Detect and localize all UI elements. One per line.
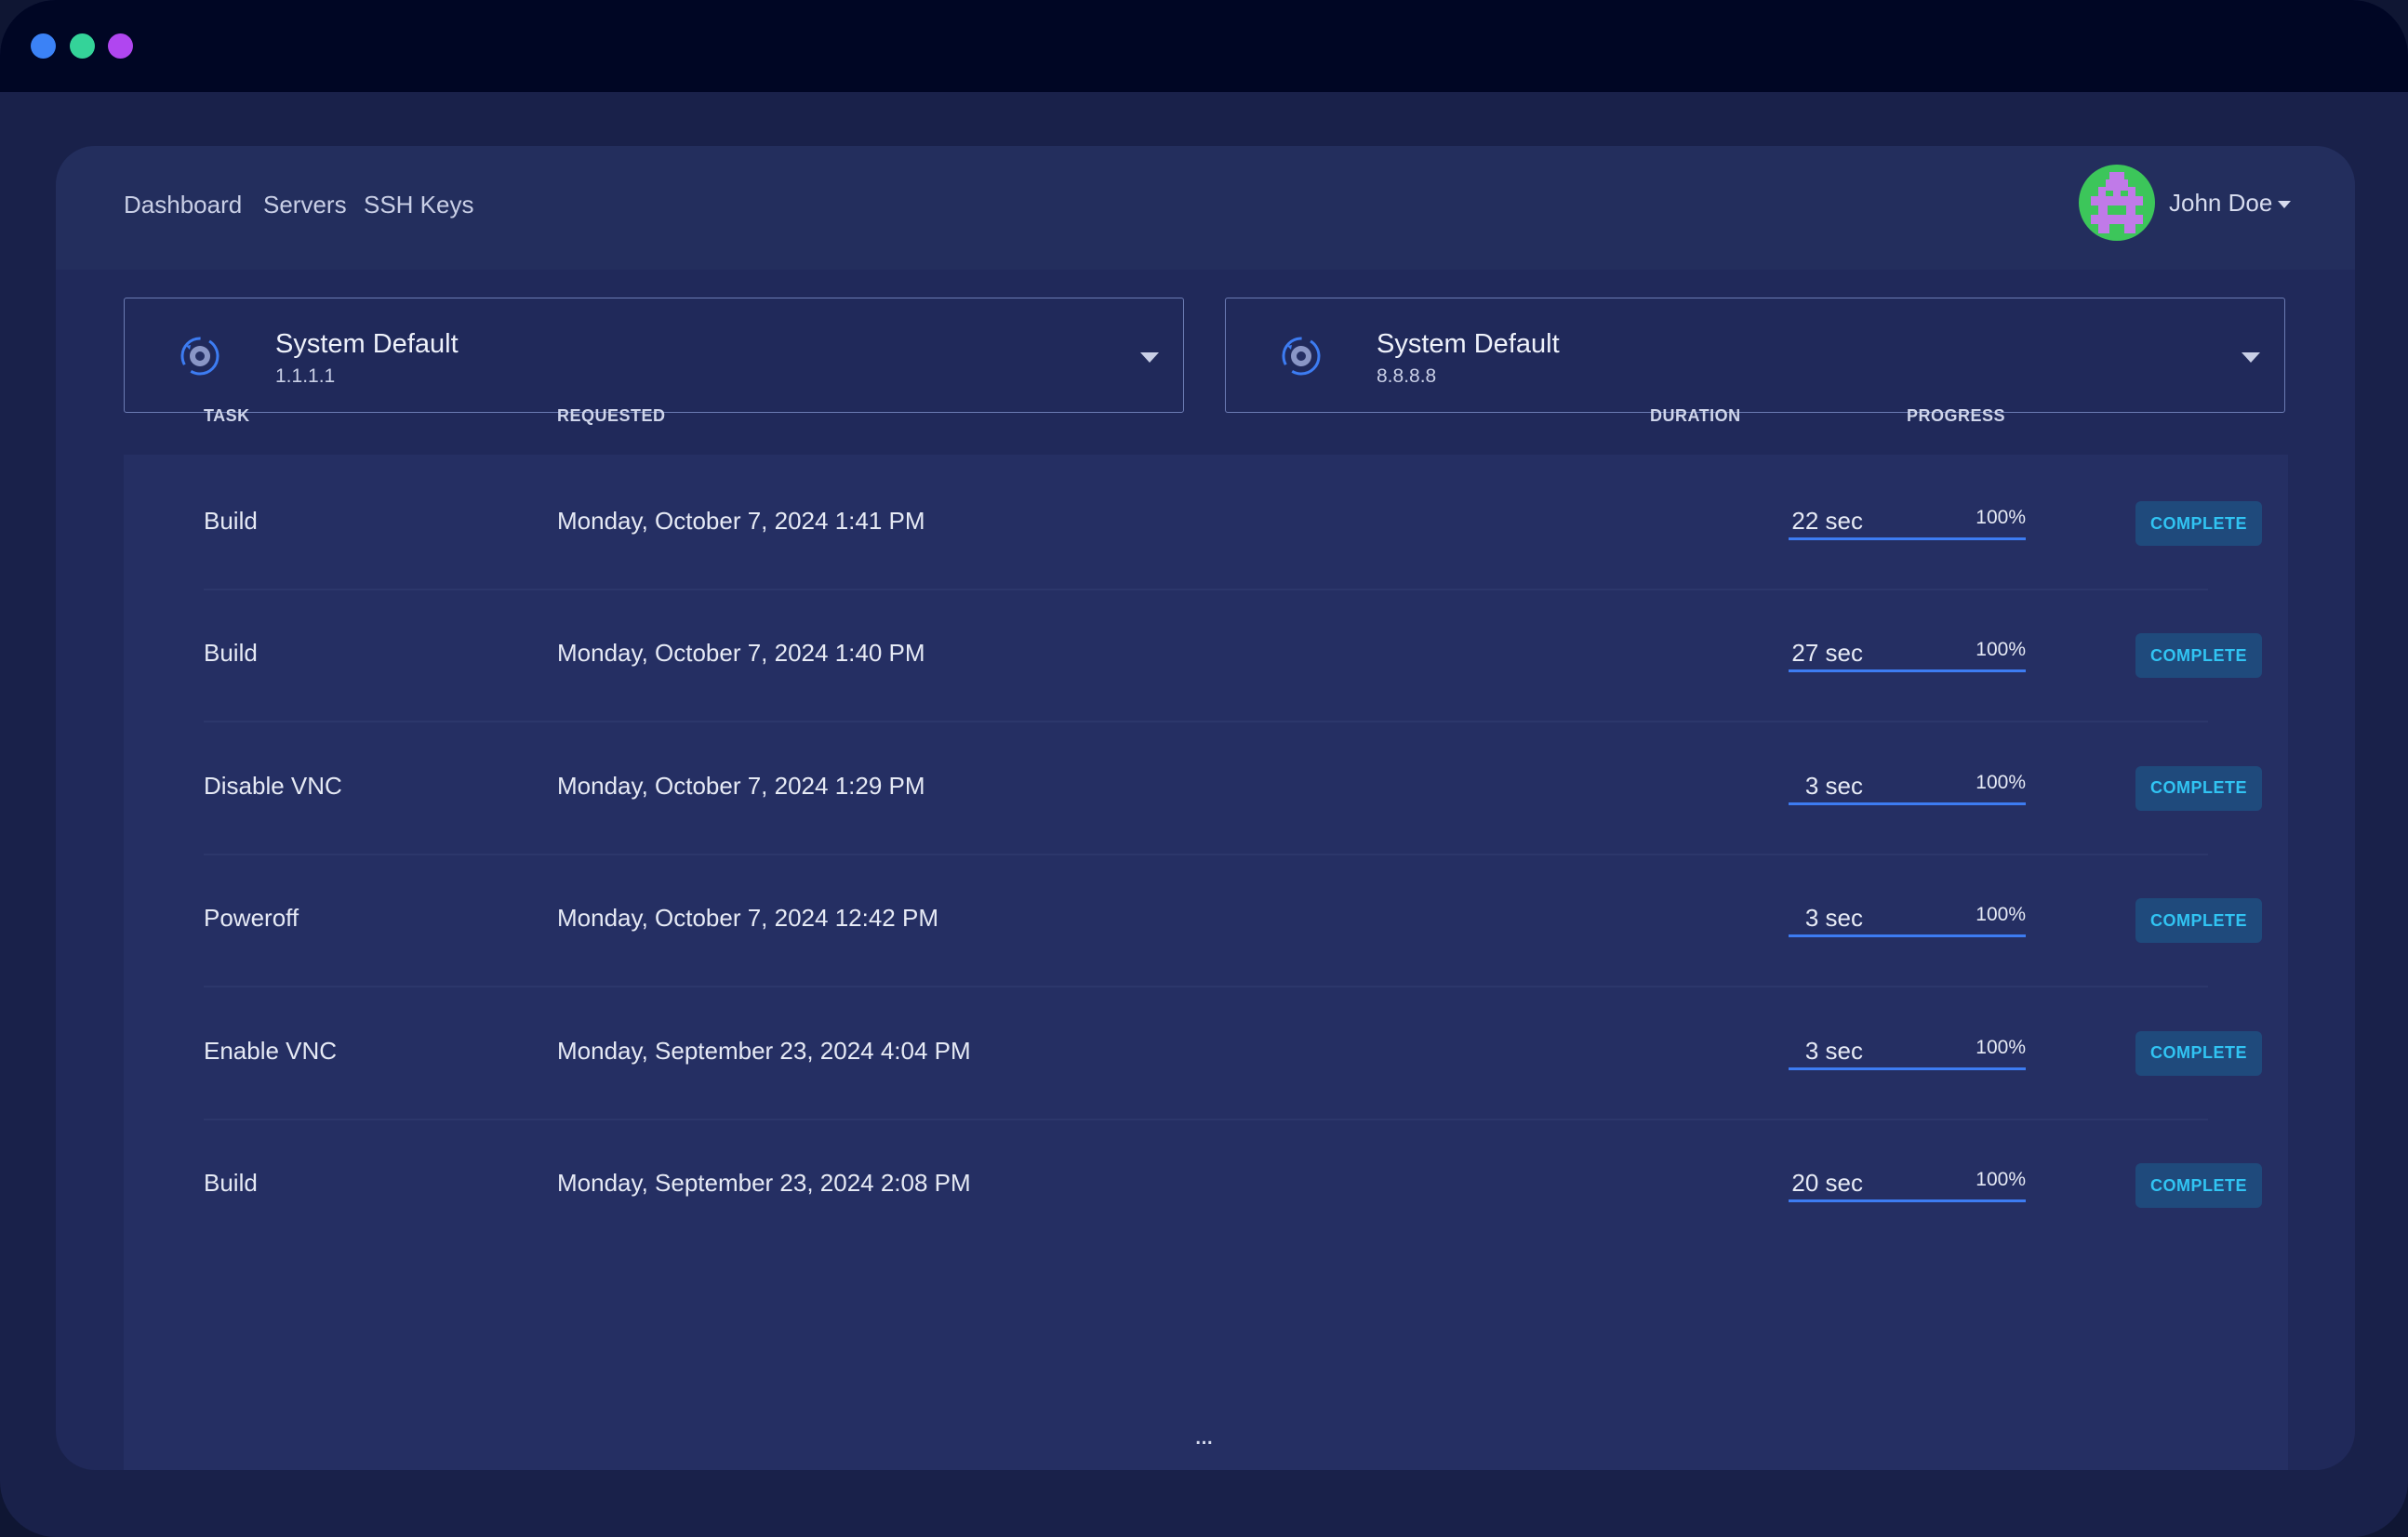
column-header-task: TASK bbox=[204, 406, 250, 425]
dns-secondary-name: System Default bbox=[1377, 329, 1560, 359]
gear-cycle-icon bbox=[1282, 337, 1321, 376]
user-name: John Doe bbox=[2169, 189, 2273, 217]
progress-fill bbox=[1789, 1199, 2026, 1202]
window-minimize-dot[interactable] bbox=[70, 33, 95, 59]
main-panel: Dashboard Servers SSH Keys John Doe Syst… bbox=[56, 146, 2355, 1470]
status-badge[interactable]: COMPLETE bbox=[2135, 765, 2262, 811]
task-progress: 100% bbox=[1789, 1033, 2026, 1070]
progress-fill bbox=[1789, 537, 2026, 540]
app-window: Dashboard Servers SSH Keys John Doe Syst… bbox=[0, 0, 2408, 1537]
table-row[interactable]: Build Monday, October 7, 2024 1:40 PM 27 s… bbox=[124, 590, 2288, 723]
nav-link-servers[interactable]: Servers bbox=[263, 191, 347, 219]
chevron-down-icon bbox=[1140, 352, 1159, 363]
window-maximize-dot[interactable] bbox=[108, 33, 133, 59]
task-name: Enable VNC bbox=[204, 1036, 338, 1065]
nav-link-dashboard[interactable]: Dashboard bbox=[124, 191, 242, 219]
dns-secondary-ip: 8.8.8.8 bbox=[1377, 365, 1437, 387]
pixel-robot-avatar-icon bbox=[2091, 172, 2143, 233]
status-badge[interactable]: COMPLETE bbox=[2135, 501, 2262, 546]
table-row[interactable]: Build Monday, September 23, 2024 2:08 PM 2… bbox=[124, 1120, 2288, 1252]
user-menu-toggle[interactable]: John Doe bbox=[2169, 189, 2292, 218]
column-header-requested: REQUESTED bbox=[557, 406, 666, 425]
table-row[interactable]: Disable VNC Monday, October 7, 2024 1:29 … bbox=[124, 723, 2288, 855]
table-row[interactable]: Poweroff Monday, October 7, 2024 12:42 PM… bbox=[124, 855, 2288, 988]
task-requested: Monday, September 23, 2024 4:04 PM bbox=[557, 1036, 971, 1065]
task-requested: Monday, October 7, 2024 1:41 PM bbox=[557, 507, 925, 535]
window-close-dot[interactable] bbox=[31, 33, 56, 59]
status-badge[interactable]: COMPLETE bbox=[2135, 1030, 2262, 1076]
dns-select-primary[interactable]: System Default 1.1.1.1 bbox=[124, 298, 1184, 413]
task-progress: 100% bbox=[1789, 1165, 2026, 1202]
task-progress-label: 100% bbox=[1976, 904, 2026, 926]
nav-link-ssh-keys[interactable]: SSH Keys bbox=[364, 191, 474, 219]
task-name: Build bbox=[204, 507, 258, 535]
task-progress: 100% bbox=[1789, 635, 2026, 673]
task-requested: Monday, October 7, 2024 1:40 PM bbox=[557, 639, 925, 668]
status-badge[interactable]: COMPLETE bbox=[2135, 898, 2262, 944]
load-more-button[interactable]: ... bbox=[1194, 1420, 1214, 1451]
progress-fill bbox=[1789, 802, 2026, 805]
user-avatar[interactable] bbox=[2079, 165, 2155, 241]
task-name: Build bbox=[204, 1169, 258, 1197]
task-progress-label: 100% bbox=[1976, 639, 2026, 661]
task-requested: Monday, October 7, 2024 1:29 PM bbox=[557, 771, 925, 800]
progress-fill bbox=[1789, 669, 2026, 673]
task-progress: 100% bbox=[1789, 503, 2026, 540]
task-progress-label: 100% bbox=[1976, 1169, 2026, 1190]
status-badge[interactable]: COMPLETE bbox=[2135, 633, 2262, 679]
task-progress-label: 100% bbox=[1976, 771, 2026, 793]
chevron-down-icon bbox=[2278, 201, 2292, 209]
task-progress: 100% bbox=[1789, 900, 2026, 938]
task-name: Disable VNC bbox=[204, 771, 342, 800]
gear-cycle-icon bbox=[180, 337, 220, 376]
status-badge[interactable]: COMPLETE bbox=[2135, 1163, 2262, 1208]
dns-select-secondary[interactable]: System Default 8.8.8.8 bbox=[1225, 298, 2285, 413]
chevron-down-icon bbox=[2242, 352, 2260, 363]
task-name: Build bbox=[204, 639, 258, 668]
column-header-duration: DURATION bbox=[1650, 406, 1741, 425]
task-progress-label: 100% bbox=[1976, 507, 2026, 528]
progress-fill bbox=[1789, 934, 2026, 938]
top-navbar: Dashboard Servers SSH Keys John Doe bbox=[56, 146, 2355, 270]
dns-primary-name: System Default bbox=[275, 329, 459, 359]
dns-primary-ip: 1.1.1.1 bbox=[275, 365, 336, 387]
title-bar bbox=[0, 0, 2408, 92]
progress-fill bbox=[1789, 1067, 2026, 1070]
table-row[interactable]: Enable VNC Monday, September 23, 2024 4:0… bbox=[124, 988, 2288, 1120]
task-name: Poweroff bbox=[204, 904, 299, 933]
task-progress: 100% bbox=[1789, 768, 2026, 805]
task-requested: Monday, October 7, 2024 12:42 PM bbox=[557, 904, 938, 933]
table-row[interactable]: Build Monday, October 7, 2024 1:41 PM 22 s… bbox=[124, 458, 2288, 590]
column-header-progress: PROGRESS bbox=[1907, 406, 2006, 425]
task-requested: Monday, September 23, 2024 2:08 PM bbox=[557, 1169, 971, 1197]
task-progress-label: 100% bbox=[1976, 1036, 2026, 1058]
